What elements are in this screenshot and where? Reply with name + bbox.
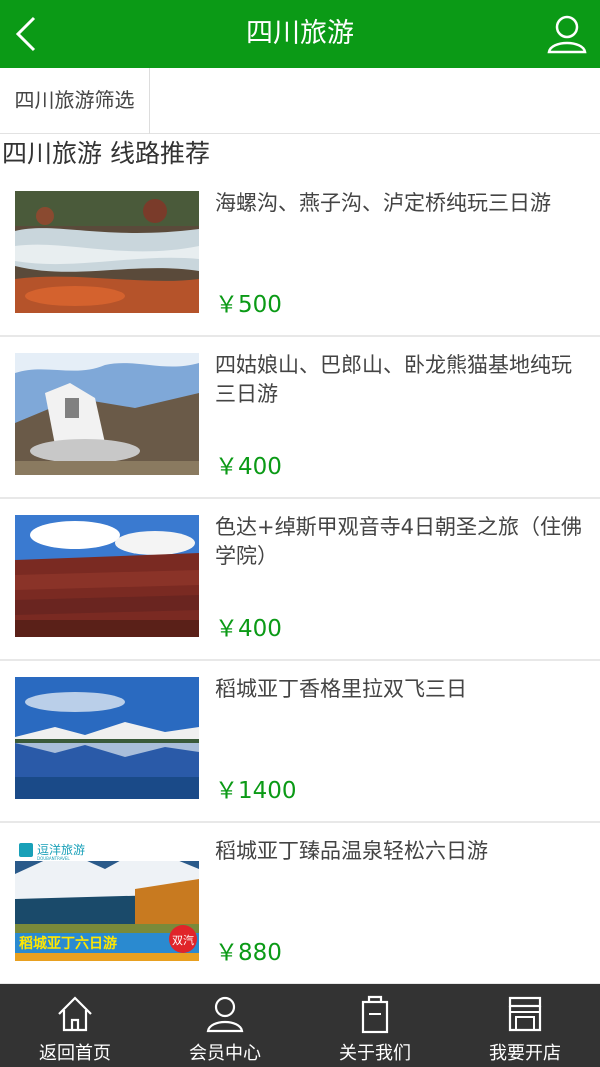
tab-home[interactable]: 返回首页: [0, 984, 150, 1067]
route-thumbnail[interactable]: 逗洋旅游 DOUBANTRAVEL 稻城亚丁六日游 双汽: [15, 839, 199, 961]
thumb-brand-sub-text: DOUBANTRAVEL: [37, 856, 70, 861]
section-title: 四川旅游 线路推荐: [2, 139, 210, 168]
route-list: 海螺沟、燕子沟、泸定桥纯玩三日游 ￥500 四姑娘山、巴郎山、卧龙熊猫基地纯玩三…: [0, 175, 600, 985]
route-price: ￥1400: [215, 778, 297, 804]
app-header: 四川旅游: [0, 0, 600, 68]
route-thumbnail[interactable]: [15, 191, 199, 313]
route-price: ￥400: [215, 454, 282, 480]
route-item[interactable]: 逗洋旅游 DOUBANTRAVEL 稻城亚丁六日游 双汽 稻城亚丁臻品温泉轻松六…: [0, 823, 600, 985]
tab-label: 我要开店: [489, 1043, 561, 1064]
route-item[interactable]: 稻城亚丁香格里拉双飞三日 ￥1400: [0, 661, 600, 823]
route-name[interactable]: 海螺沟、燕子沟、泸定桥纯玩三日游: [215, 189, 584, 218]
filter-tab[interactable]: 四川旅游筛选: [0, 68, 150, 134]
tab-label: 返回首页: [39, 1043, 111, 1064]
document-icon: [361, 995, 389, 1034]
route-thumbnail[interactable]: [15, 515, 199, 637]
bottom-tab-bar: 返回首页 会员中心 关于我们 我要开店: [0, 984, 600, 1067]
route-price: ￥400: [215, 616, 282, 642]
thumb-badge-text: 双汽: [172, 933, 194, 947]
tab-label: 关于我们: [339, 1043, 411, 1064]
tab-label: 会员中心: [189, 1043, 261, 1064]
route-name[interactable]: 稻城亚丁香格里拉双飞三日: [215, 675, 584, 704]
route-name[interactable]: 四姑娘山、巴郎山、卧龙熊猫基地纯玩三日游: [215, 351, 584, 409]
user-icon: [206, 996, 244, 1033]
route-thumbnail[interactable]: [15, 677, 199, 799]
tab-member-center[interactable]: 会员中心: [150, 984, 300, 1067]
tab-about-us[interactable]: 关于我们: [300, 984, 450, 1067]
tab-open-store[interactable]: 我要开店: [450, 984, 600, 1067]
route-price: ￥500: [215, 292, 282, 318]
filter-bar: 四川旅游筛选: [0, 68, 600, 134]
thumb-brand-text: 逗洋旅游: [37, 842, 85, 857]
route-item[interactable]: 海螺沟、燕子沟、泸定桥纯玩三日游 ￥500: [0, 175, 600, 337]
page-title: 四川旅游: [246, 18, 354, 49]
thumb-banner-text: 稻城亚丁六日游: [19, 935, 117, 952]
home-icon: [58, 996, 92, 1032]
user-icon[interactable]: [546, 12, 588, 56]
route-name[interactable]: 色达+绰斯甲观音寺4日朝圣之旅（住佛学院）: [215, 513, 584, 571]
route-thumbnail[interactable]: [15, 353, 199, 475]
route-item[interactable]: 色达+绰斯甲观音寺4日朝圣之旅（住佛学院） ￥400: [0, 499, 600, 661]
route-name[interactable]: 稻城亚丁臻品温泉轻松六日游: [215, 837, 584, 866]
store-icon: [508, 996, 542, 1032]
route-price: ￥880: [215, 940, 282, 966]
route-item[interactable]: 四姑娘山、巴郎山、卧龙熊猫基地纯玩三日游 ￥400: [0, 337, 600, 499]
